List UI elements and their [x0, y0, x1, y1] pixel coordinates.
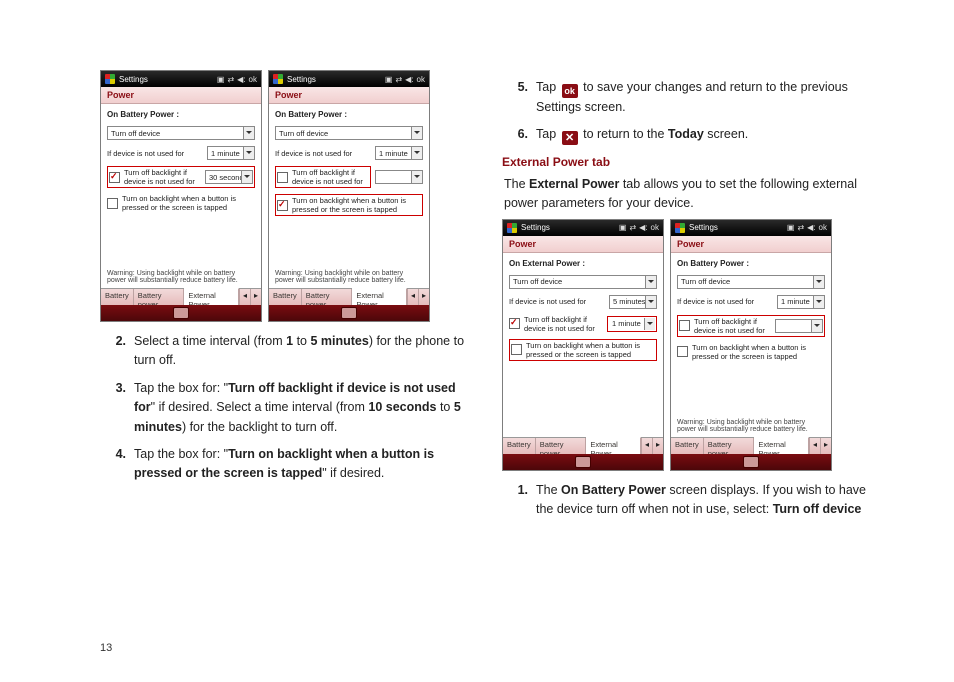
backlight-on-checkbox[interactable] — [511, 344, 522, 355]
section-title: External Power tab — [502, 155, 874, 169]
page-number: 13 — [100, 642, 112, 654]
section-heading: On Battery Power : — [107, 110, 255, 119]
tab-scroll-right-icon[interactable]: ▸ — [250, 289, 261, 305]
close-icon: ✕ — [562, 131, 578, 145]
soft-key-bar — [101, 305, 261, 321]
step-3: Tap the box for: "Turn off backlight if … — [100, 379, 472, 437]
turn-off-device-dropdown[interactable]: Turn off device — [677, 275, 825, 289]
warning-text: Warning: Using backlight while on batter… — [107, 266, 255, 284]
wm-status-icons: ▣⇄◀:ok — [217, 75, 257, 84]
sip-keyboard-icon[interactable] — [743, 456, 759, 468]
screenshot-gallery-left: Settings ▣⇄◀:ok Power On Battery Power :… — [100, 70, 472, 322]
sip-keyboard-icon[interactable] — [173, 307, 189, 319]
step-5: Tap ok to save your changes and return t… — [502, 78, 874, 117]
backlight-off-checkbox[interactable] — [277, 172, 288, 183]
turn-off-device-dropdown[interactable]: Turn off device — [509, 275, 657, 289]
chevron-down-icon — [243, 127, 254, 139]
windows-flag-icon — [675, 223, 685, 233]
chevron-down-icon — [241, 171, 252, 183]
turn-off-device-dropdown[interactable]: Turn off device — [107, 126, 255, 140]
time-dropdown[interactable]: 1 minute — [207, 146, 255, 160]
step-4: Tap the box for: "Turn on backlight when… — [100, 445, 472, 484]
backlight-off-checkbox[interactable] — [109, 172, 120, 183]
ok-icon: ok — [562, 84, 578, 98]
chevron-down-icon — [243, 147, 254, 159]
backlight-off-checkbox[interactable] — [509, 318, 520, 329]
windows-flag-icon — [105, 74, 115, 84]
backlight-off-label: Turn off backlight if device is not used… — [124, 168, 201, 186]
sip-keyboard-icon[interactable] — [575, 456, 591, 468]
step-6: Tap ✕ to return to the Today screen. — [502, 125, 874, 145]
sip-keyboard-icon[interactable] — [341, 307, 357, 319]
backlight-on-label: Turn on backlight when a button is press… — [122, 194, 255, 212]
tab-external-power[interactable]: External Power — [184, 288, 239, 305]
step-2: Select a time interval (from 1 to 5 minu… — [100, 332, 472, 371]
backlight-on-checkbox[interactable] — [277, 200, 288, 211]
backlight-off-checkbox[interactable] — [679, 320, 690, 331]
backlight-on-checkbox[interactable] — [107, 198, 118, 209]
wm-titlebar: Settings ▣⇄◀:ok — [101, 71, 261, 87]
screen-title: Power — [101, 87, 261, 104]
section-intro: The External Power tab allows you to set… — [504, 175, 874, 213]
turn-off-device-dropdown[interactable]: Turn off device — [275, 126, 423, 140]
backlight-on-checkbox[interactable] — [677, 346, 688, 357]
time-dropdown[interactable]: 30 seconds — [205, 170, 253, 184]
device-screenshot: Settings▣⇄◀:ok Power On External Power :… — [502, 219, 664, 471]
step-1: The On Battery Power screen displays. If… — [502, 481, 874, 520]
if-not-used-label: If device is not used for — [107, 149, 203, 158]
device-screenshot: Settings ▣⇄◀:ok Power On Battery Power :… — [100, 70, 262, 322]
wm-title: Settings — [119, 75, 148, 84]
device-screenshot: Settings▣⇄◀:ok Power On Battery Power : … — [670, 219, 832, 471]
time-dropdown[interactable]: 1 minute — [777, 295, 825, 309]
time-dropdown[interactable] — [775, 319, 823, 333]
tab-bar: Battery Battery power External Power ◂▸ — [101, 288, 261, 305]
tab-scroll-left-icon[interactable]: ◂ — [239, 289, 250, 305]
time-dropdown[interactable]: 1 minute — [375, 146, 423, 160]
tab-battery[interactable]: Battery — [101, 289, 134, 305]
tab-battery-power[interactable]: Battery power — [134, 289, 185, 305]
steps-left: Select a time interval (from 1 to 5 minu… — [100, 332, 472, 484]
windows-flag-icon — [507, 223, 517, 233]
steps-right-b: The On Battery Power screen displays. If… — [502, 481, 874, 520]
device-screenshot: Settings▣⇄◀:ok Power On Battery Power : … — [268, 70, 430, 322]
steps-right-a: Tap ok to save your changes and return t… — [502, 78, 874, 145]
time-dropdown[interactable] — [375, 170, 423, 184]
windows-flag-icon — [273, 74, 283, 84]
screenshot-gallery-right: Settings▣⇄◀:ok Power On External Power :… — [502, 219, 874, 471]
time-dropdown[interactable]: 1 minute — [607, 316, 657, 332]
time-dropdown[interactable]: 5 minutes — [609, 295, 657, 309]
